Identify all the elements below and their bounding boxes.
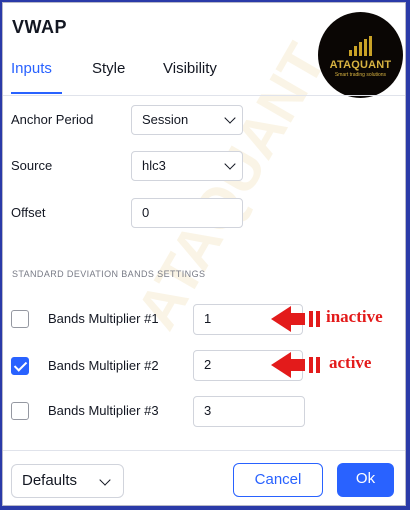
anchor-period-label: Anchor Period bbox=[11, 112, 94, 127]
indicator-settings-dialog: ATAQUANT VWAP ATAQUANT Smart trading sol… bbox=[2, 2, 406, 506]
active-tab-indicator bbox=[11, 92, 62, 94]
cancel-button[interactable]: Cancel bbox=[233, 463, 323, 497]
logo-bars-icon bbox=[349, 36, 375, 56]
tab-bar: Inputs Style Visibility bbox=[3, 59, 405, 96]
dialog-title: VWAP bbox=[12, 17, 68, 37]
chevron-down-icon bbox=[224, 112, 236, 124]
band-1-checkbox[interactable] bbox=[11, 310, 29, 328]
defaults-label: Defaults bbox=[22, 472, 78, 489]
anchor-period-select[interactable]: Session bbox=[131, 105, 243, 135]
defaults-dropdown-button[interactable]: Defaults bbox=[11, 464, 124, 498]
tab-style[interactable]: Style bbox=[92, 60, 125, 77]
inactive-arrow-icon bbox=[271, 306, 320, 332]
source-value: hlc3 bbox=[142, 158, 166, 173]
chevron-down-icon bbox=[224, 158, 236, 170]
band-2-label: Bands Multiplier #2 bbox=[48, 358, 159, 373]
band-2-checkbox[interactable] bbox=[11, 357, 29, 375]
chevron-down-icon bbox=[99, 474, 111, 486]
footer-divider bbox=[3, 450, 405, 451]
source-select[interactable]: hlc3 bbox=[131, 151, 243, 181]
offset-label: Offset bbox=[11, 205, 46, 220]
bands-section-heading: STANDARD DEVIATION BANDS SETTINGS bbox=[12, 269, 206, 279]
source-label: Source bbox=[11, 158, 53, 173]
tab-inputs[interactable]: Inputs bbox=[11, 60, 52, 77]
tab-visibility[interactable]: Visibility bbox=[163, 60, 217, 77]
checkmark-icon bbox=[13, 358, 28, 372]
band-3-checkbox[interactable] bbox=[11, 402, 29, 420]
anchor-period-value: Session bbox=[142, 112, 189, 127]
band-3-multiplier-input[interactable]: 3 bbox=[193, 396, 305, 427]
offset-input[interactable]: 0 bbox=[131, 198, 243, 228]
inactive-annotation: inactive bbox=[326, 307, 383, 326]
active-annotation: active bbox=[329, 353, 372, 372]
ok-button[interactable]: Ok bbox=[337, 463, 394, 497]
band-3-label: Bands Multiplier #3 bbox=[48, 403, 159, 418]
band-1-label: Bands Multiplier #1 bbox=[48, 311, 159, 326]
active-arrow-icon bbox=[271, 352, 320, 378]
